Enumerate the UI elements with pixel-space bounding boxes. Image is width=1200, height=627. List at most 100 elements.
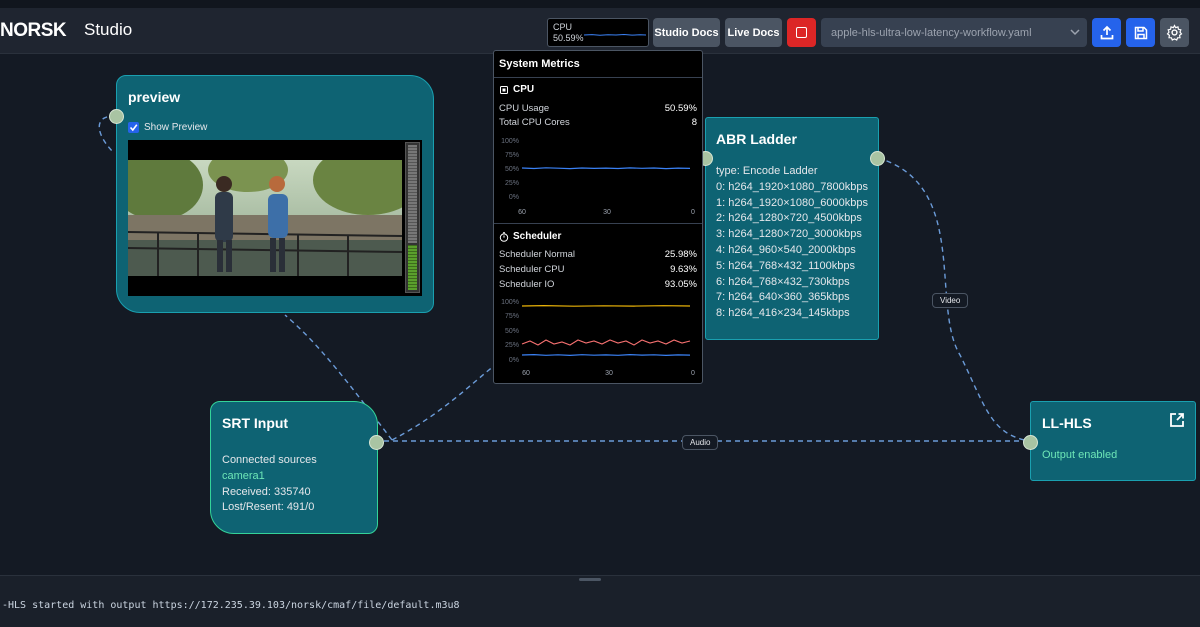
gear-icon xyxy=(1166,24,1183,41)
show-preview-toggle[interactable]: Show Preview xyxy=(128,122,207,133)
scheduler-io-label: Scheduler IO xyxy=(499,279,555,290)
lost-resent-count: Lost/Resent: 491/0 xyxy=(222,501,315,514)
studio-docs-button[interactable]: Studio Docs xyxy=(653,18,720,47)
abr-rung: 2: h264_1280×720_4500kbps xyxy=(716,212,862,225)
abr-rung: 8: h264_416×234_145kbps xyxy=(716,307,850,320)
video-preview xyxy=(128,140,422,296)
y-tick: 100% xyxy=(501,299,519,306)
window-top-strip xyxy=(0,0,1200,8)
srt-node-title: SRT Input xyxy=(222,415,289,431)
y-tick: 0% xyxy=(509,194,519,201)
norsk-logo: NORSK xyxy=(0,20,67,41)
cpu-icon xyxy=(500,85,508,94)
cpu-usage-chart: 100% 75% 50% 25% 0% 60 30 0 xyxy=(501,138,695,216)
console-panel: -HLS started with output https://172.235… xyxy=(0,575,1200,627)
llhls-status: Output enabled xyxy=(1042,449,1118,461)
audio-level-meter xyxy=(405,142,420,293)
metrics-divider xyxy=(494,77,702,78)
abr-rung: 7: h264_640×360_365kbps xyxy=(716,291,850,304)
received-count: Received: 335740 xyxy=(222,485,311,498)
show-preview-label: Show Preview xyxy=(144,122,208,133)
x-tick: 60 xyxy=(522,370,530,377)
scheduler-normal-line xyxy=(521,339,691,346)
y-tick: 25% xyxy=(505,180,519,187)
upload-icon xyxy=(1100,25,1113,39)
edge-srt-abr xyxy=(391,364,496,441)
preview-input-port[interactable] xyxy=(109,109,124,124)
scheduler-io-row: Scheduler IO 93.05% xyxy=(499,279,697,290)
abr-output-port[interactable] xyxy=(870,151,885,166)
cpu-mini-monitor[interactable]: CPU 50.59% xyxy=(547,18,649,47)
stop-button[interactable] xyxy=(787,18,816,47)
cpu-section-label: CPU xyxy=(513,84,535,95)
y-tick: 100% xyxy=(501,138,519,145)
settings-button[interactable] xyxy=(1160,18,1189,47)
srt-output-port[interactable] xyxy=(369,435,384,450)
preview-node[interactable]: preview Show Preview xyxy=(116,75,434,313)
cpu-mini-label: CPU xyxy=(553,22,573,32)
y-tick: 50% xyxy=(505,166,519,173)
abr-ladder-node[interactable]: ABR Ladder type: Encode Ladder 0: h264_1… xyxy=(705,117,879,340)
cpu-cores-value: 8 xyxy=(691,117,697,128)
workflow-select-value: apple-hls-ultra-low-latency-workflow.yam… xyxy=(831,26,1032,39)
stop-icon xyxy=(796,27,807,38)
abr-rung: 6: h264_768×432_730kbps xyxy=(716,275,850,288)
x-tick: 0 xyxy=(691,370,695,377)
cpu-usage-label: CPU Usage xyxy=(499,103,550,114)
abr-rung: 1: h264_1920×1080_6000kbps xyxy=(716,196,869,209)
show-preview-checkbox[interactable] xyxy=(128,122,139,133)
y-tick: 50% xyxy=(505,328,519,335)
abr-rung: 5: h264_768×432_1100kbps xyxy=(716,259,855,272)
timer-icon xyxy=(499,231,509,242)
scheduler-cpu-line xyxy=(521,353,691,357)
llhls-input-port[interactable] xyxy=(1023,435,1038,450)
video-frame-image xyxy=(128,160,402,276)
workflow-select[interactable]: apple-hls-ultra-low-latency-workflow.yam… xyxy=(821,18,1087,47)
cpu-usage-value: 50.59% xyxy=(664,103,697,114)
abr-rung: 3: h264_1280×720_3000kbps xyxy=(716,228,862,241)
check-icon xyxy=(129,124,138,132)
cpu-sparkline xyxy=(584,33,646,36)
llhls-node-title: LL-HLS xyxy=(1042,415,1092,431)
external-link-icon[interactable] xyxy=(1169,412,1185,428)
live-docs-button[interactable]: Live Docs xyxy=(725,18,782,47)
x-tick: 0 xyxy=(691,209,695,216)
cpu-usage-row: CPU Usage 50.59% xyxy=(499,103,697,114)
app-title: Studio xyxy=(84,20,133,39)
llhls-node[interactable]: LL-HLS Output enabled xyxy=(1030,401,1196,481)
console-log-line: -HLS started with output https://172.235… xyxy=(2,600,460,611)
scheduler-section-title: Scheduler xyxy=(499,231,561,242)
preview-node-title: preview xyxy=(128,89,181,105)
cpu-usage-line xyxy=(521,167,691,170)
y-tick: 75% xyxy=(505,152,519,159)
video-frame xyxy=(128,160,402,276)
scheduler-normal-label: Scheduler Normal xyxy=(499,249,576,260)
upload-button[interactable] xyxy=(1092,18,1121,47)
audio-meter-track xyxy=(408,145,417,243)
console-resize-handle[interactable] xyxy=(579,578,601,581)
scheduler-normal-row: Scheduler Normal 25.98% xyxy=(499,249,697,260)
source-name: camera1 xyxy=(222,469,265,482)
metrics-title: System Metrics xyxy=(499,58,580,70)
cpu-cores-label: Total CPU Cores xyxy=(499,117,570,128)
scheduler-io-line xyxy=(521,304,691,307)
scheduler-cpu-value: 9.63% xyxy=(670,264,697,275)
save-icon xyxy=(1134,26,1147,39)
abr-type: type: Encode Ladder xyxy=(716,165,818,177)
y-tick: 25% xyxy=(505,342,519,349)
cpu-section-title: CPU xyxy=(499,84,534,95)
abr-node-title: ABR Ladder xyxy=(716,131,797,147)
abr-rung: 0: h264_1920×1080_7800kbps xyxy=(716,180,869,193)
audio-meter-level xyxy=(408,245,417,290)
save-button[interactable] xyxy=(1126,18,1155,47)
scheduler-cpu-row: Scheduler CPU 9.63% xyxy=(499,264,697,275)
cpu-mini-value: 50.59% xyxy=(553,33,584,43)
srt-input-node[interactable]: SRT Input Connected sources camera1 Rece… xyxy=(210,401,378,534)
scheduler-chart: 100% 75% 50% 25% 0% 60 30 0 xyxy=(501,299,695,377)
abr-rung: 4: h264_960×540_2000kbps xyxy=(716,243,856,256)
audio-edge-label: Audio xyxy=(682,435,719,450)
scheduler-cpu-label: Scheduler CPU xyxy=(499,264,565,275)
cpu-cores-row: Total CPU Cores 8 xyxy=(499,117,697,128)
scheduler-io-value: 93.05% xyxy=(664,279,697,290)
chevron-down-icon xyxy=(1070,29,1080,36)
